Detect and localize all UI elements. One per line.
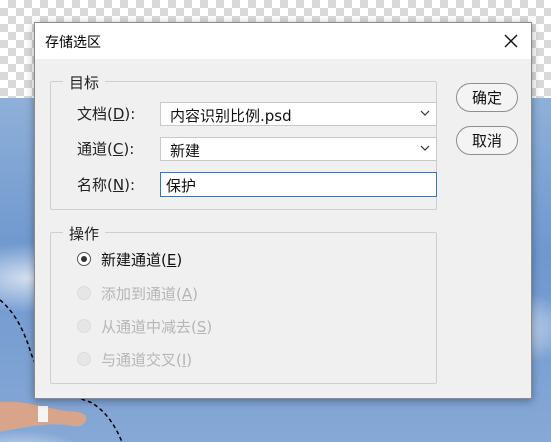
name-input-value: 保护	[166, 177, 197, 195]
target-group: 目标 文档(D): 内容识别比例.psd 通道(C): 新建 名称(N): 保护	[50, 72, 437, 210]
radio-button[interactable]	[77, 352, 91, 366]
radio-label: 与通道交叉(I)	[101, 351, 193, 369]
channel-label: 通道(C):	[77, 140, 135, 158]
ok-button[interactable]: 确定	[456, 83, 518, 112]
radio-label: 新建通道(E)	[101, 251, 183, 269]
radio-button[interactable]	[77, 286, 91, 300]
radio-button[interactable]	[77, 252, 91, 266]
target-legend: 目标	[63, 72, 106, 93]
close-button[interactable]	[491, 23, 531, 59]
radio-label: 从通道中减去(S)	[101, 318, 213, 336]
close-icon	[504, 34, 518, 48]
operation-group: 操作 新建通道(E) 添加到通道(A) 从通道中减去(S) 与通道交叉(I)	[50, 223, 437, 384]
document-select[interactable]: 内容识别比例.psd	[160, 102, 437, 126]
document-label: 文档(D):	[77, 105, 136, 123]
dialog-title: 存储选区	[45, 35, 101, 51]
document-select-value: 内容识别比例.psd	[170, 107, 292, 125]
radio-label: 添加到通道(A)	[101, 285, 198, 303]
chevron-down-icon	[420, 145, 430, 151]
radio-button[interactable]	[77, 319, 91, 333]
chevron-down-icon	[420, 110, 430, 116]
channel-select[interactable]: 新建	[160, 137, 437, 161]
channel-select-value: 新建	[170, 142, 201, 160]
title-bar: 存储选区	[35, 23, 531, 59]
name-label: 名称(N):	[77, 176, 135, 194]
save-selection-dialog: 存储选区 目标 文档(D): 内容识别比例.psd 通道(C): 新建 名称(N…	[34, 22, 532, 399]
cancel-button[interactable]: 取消	[456, 126, 518, 155]
operation-legend: 操作	[63, 223, 106, 244]
name-input[interactable]: 保护	[160, 172, 437, 197]
